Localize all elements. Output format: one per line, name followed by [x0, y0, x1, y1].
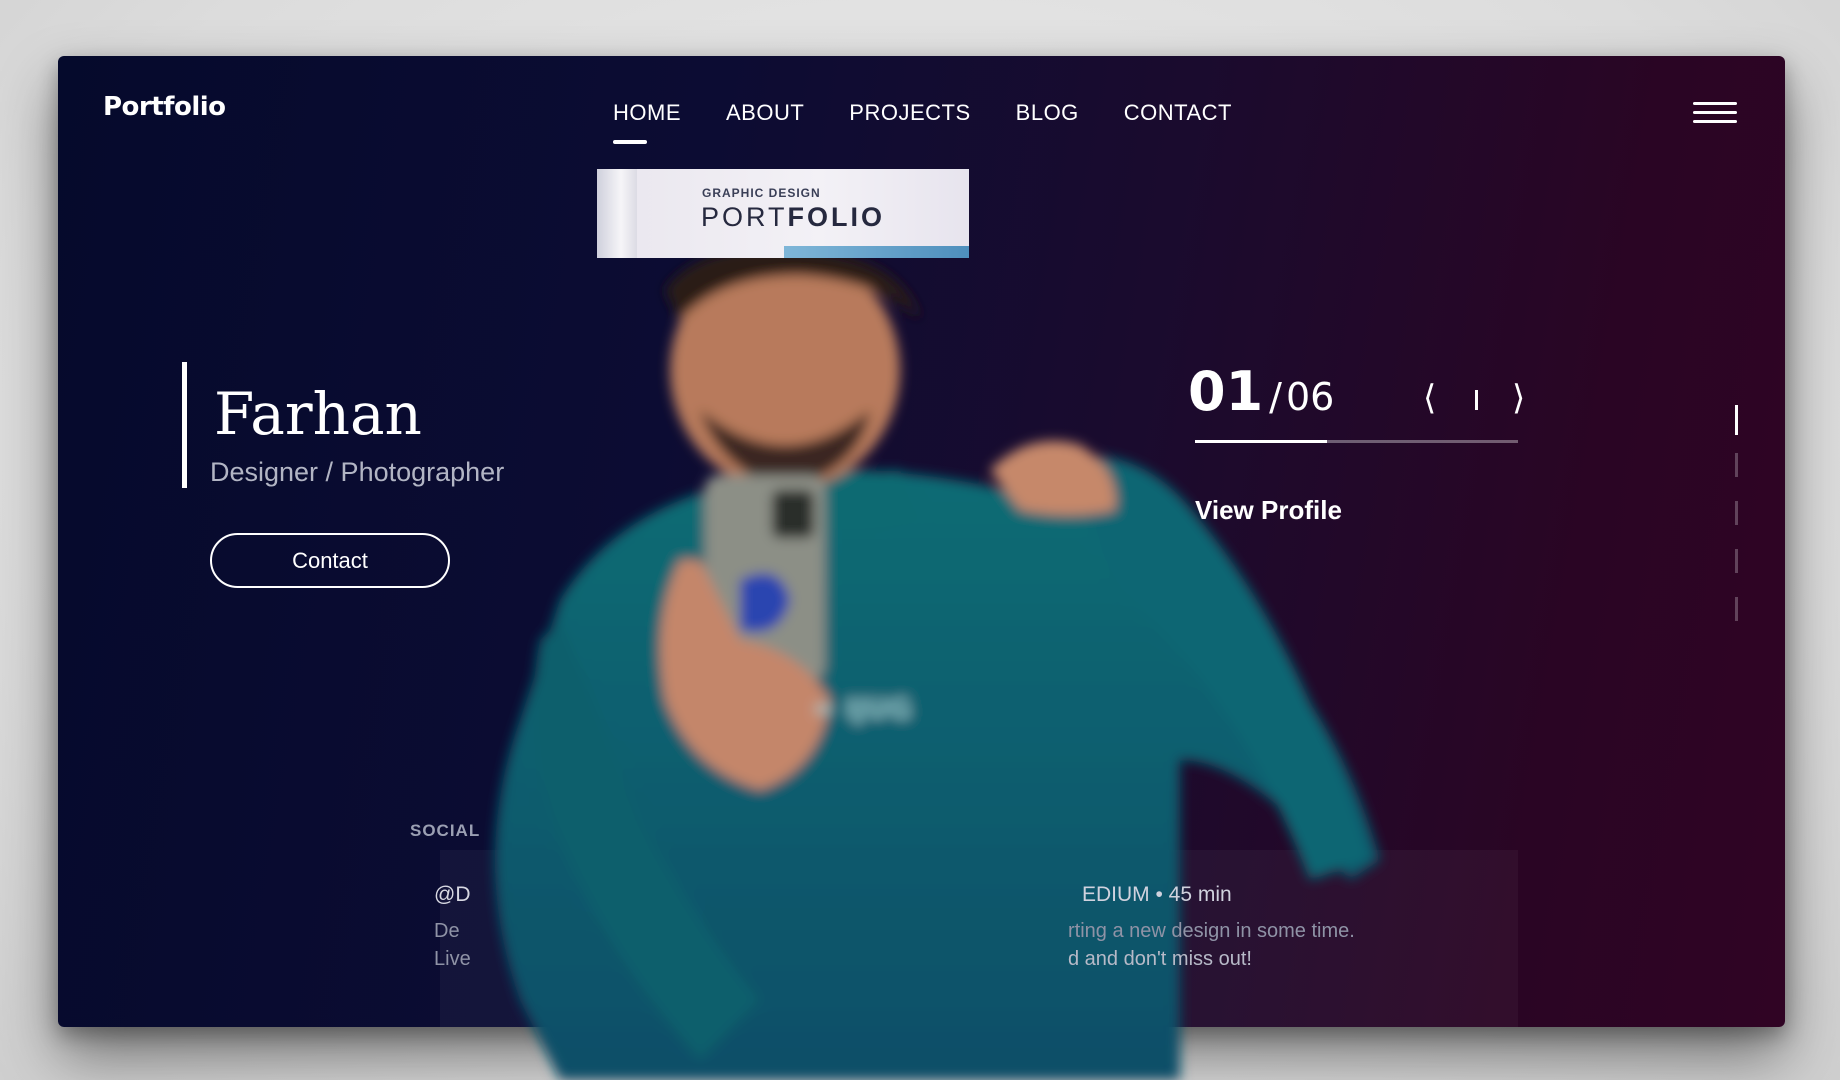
chevron-left-icon[interactable]: ⟨: [1423, 381, 1436, 415]
chevron-right-icon[interactable]: ⟩: [1512, 381, 1525, 415]
banner-kicker: GRAPHIC DESIGN: [702, 186, 821, 200]
pager-dot-4[interactable]: [1735, 549, 1738, 573]
social-panel: [440, 850, 1518, 1027]
banner-title: PORTFOLIO: [701, 202, 886, 232]
portfolio-banner: GRAPHIC DESIGN PORTFOLIO: [597, 169, 969, 258]
social-label: SOCIAL: [410, 821, 481, 840]
pager-dot-1[interactable]: [1735, 405, 1738, 435]
slide-current: 01: [1188, 360, 1264, 423]
pager-dot-5[interactable]: [1735, 597, 1738, 621]
social-handle[interactable]: @D: [434, 883, 470, 907]
social-line-1: De: [434, 920, 460, 942]
nav-home[interactable]: HOME: [613, 100, 681, 144]
hamburger-icon[interactable]: [1693, 102, 1737, 128]
view-profile-link[interactable]: View Profile: [1195, 495, 1342, 526]
nav-contact[interactable]: CONTACT: [1124, 100, 1232, 126]
slide-counter: 01/06: [1188, 360, 1335, 423]
post-meta: EDIUM • 45 min: [1082, 883, 1232, 906]
post-line-1: rting a new design in some time.: [1068, 920, 1355, 942]
post-line-2: d and don't miss out!: [1068, 948, 1252, 970]
pager-dot-2[interactable]: [1735, 453, 1738, 477]
social-line-2: Live: [434, 948, 471, 970]
contact-button[interactable]: Contact: [210, 533, 450, 588]
nav-about[interactable]: ABOUT: [726, 100, 804, 126]
slide-total: 06: [1285, 375, 1335, 419]
vertical-pager: [1735, 405, 1738, 645]
hero-accent-bar: [182, 362, 187, 488]
slider-separator: [1475, 390, 1478, 410]
main-nav: HOME ABOUT PROJECTS BLOG CONTACT: [613, 100, 1232, 144]
slide-progress: [1195, 440, 1518, 443]
nav-blog[interactable]: BLOG: [1016, 100, 1079, 126]
pager-dot-3[interactable]: [1735, 501, 1738, 525]
hero-name: Farhan: [214, 380, 422, 448]
nav-projects[interactable]: PROJECTS: [849, 100, 970, 126]
hero-subtitle: Designer / Photographer: [210, 457, 505, 487]
site-logo[interactable]: Portfolio: [103, 92, 226, 122]
